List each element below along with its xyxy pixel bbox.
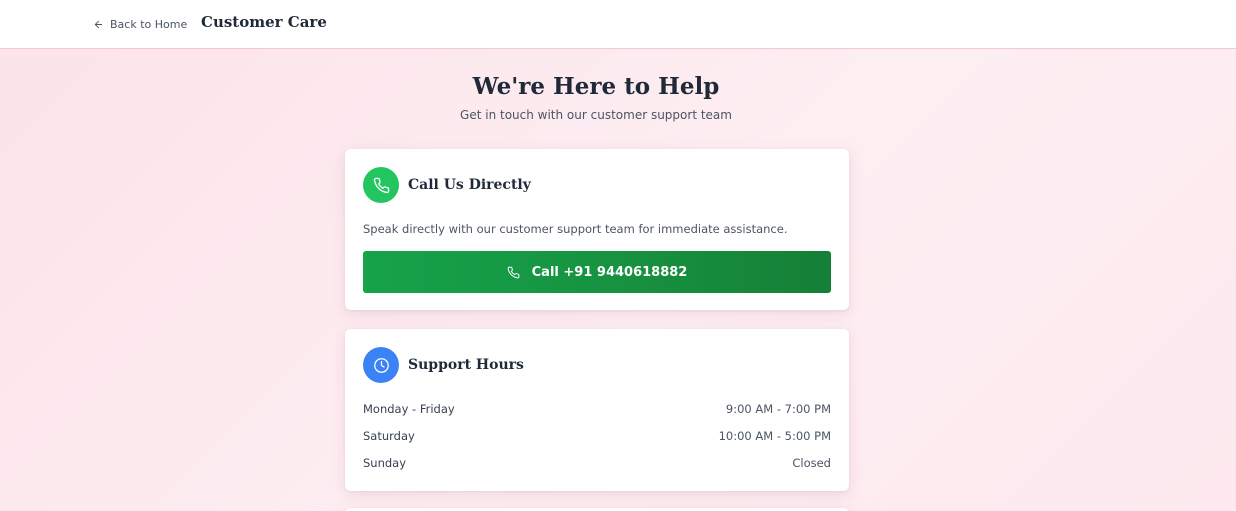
- top-bar: Back to Home Customer Care: [0, 0, 1236, 49]
- back-to-home-link[interactable]: Back to Home: [93, 16, 187, 32]
- hero-title: We're Here to Help: [472, 73, 720, 100]
- call-card: Call Us Directly Speak directly with our…: [345, 149, 849, 310]
- call-card-header: Call Us Directly: [363, 167, 531, 203]
- phone-icon: [507, 266, 520, 278]
- hours-time: 9:00 AM - 7:00 PM: [725, 402, 831, 416]
- phone-icon: [363, 167, 399, 203]
- support-hours-list: Monday - Friday 9:00 AM - 7:00 PM Saturd…: [363, 402, 831, 483]
- call-button[interactable]: Call +91 9440618882: [363, 251, 831, 293]
- support-hours-header: Support Hours: [363, 347, 524, 383]
- support-hours-card: Support Hours Monday - Friday 9:00 AM - …: [345, 329, 849, 491]
- hours-row: Sunday Closed: [363, 456, 831, 483]
- hero-subtitle: Get in touch with our customer support t…: [460, 108, 732, 122]
- call-card-description: Speak directly with our customer support…: [363, 222, 788, 236]
- hours-time: 10:00 AM - 5:00 PM: [718, 429, 831, 443]
- call-button-label: Call +91 9440618882: [531, 264, 688, 280]
- hours-row: Saturday 10:00 AM - 5:00 PM: [363, 429, 831, 456]
- hours-row: Monday - Friday 9:00 AM - 7:00 PM: [363, 402, 831, 429]
- clock-icon: [363, 347, 399, 383]
- hours-day: Sunday: [363, 456, 407, 470]
- arrow-left-icon: [94, 20, 103, 28]
- hours-day: Monday - Friday: [363, 402, 455, 416]
- back-to-home-label: Back to Home: [110, 17, 188, 31]
- hours-time: Closed: [792, 456, 831, 470]
- page-title: Customer Care: [201, 13, 327, 31]
- hours-day: Saturday: [363, 429, 415, 443]
- support-hours-title: Support Hours: [408, 357, 524, 373]
- call-card-title: Call Us Directly: [408, 177, 531, 193]
